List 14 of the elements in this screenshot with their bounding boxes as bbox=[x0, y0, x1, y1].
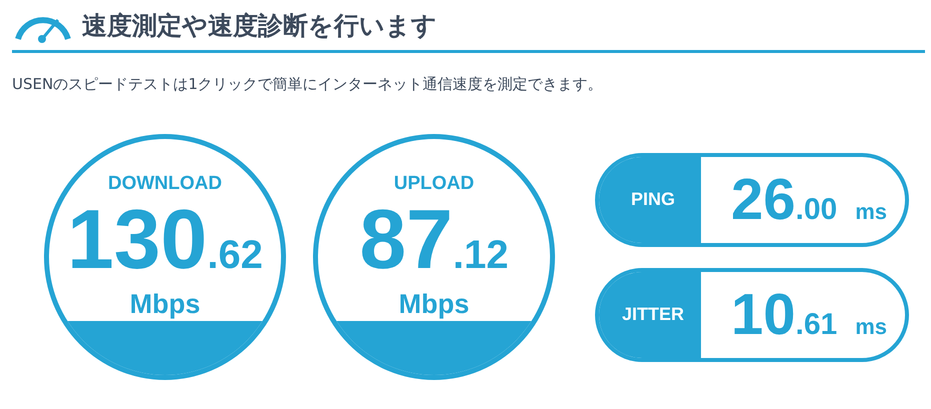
page-title: 速度測定や速度診断を行います bbox=[82, 10, 437, 42]
metric-unit: ms bbox=[855, 200, 887, 222]
speed-unit: Mbps bbox=[130, 289, 200, 320]
metric-unit: ms bbox=[855, 316, 887, 338]
metric-value: 10.61 bbox=[730, 286, 838, 344]
metric-label: JITTER bbox=[599, 272, 701, 358]
speed-unit: Mbps bbox=[398, 289, 470, 320]
gauge-label: UPLOAD bbox=[394, 173, 474, 195]
gauge-label: DOWNLOAD bbox=[108, 173, 222, 195]
metric-value: 26.00 bbox=[730, 170, 838, 228]
speed-value: 130.62 bbox=[67, 197, 263, 281]
speed-value: 87.12 bbox=[359, 197, 509, 281]
description-text: USENのスピードテストは1クリックで簡単にインターネット通信速度を測定できます。 bbox=[12, 75, 604, 94]
metric-label: PING bbox=[599, 156, 701, 242]
